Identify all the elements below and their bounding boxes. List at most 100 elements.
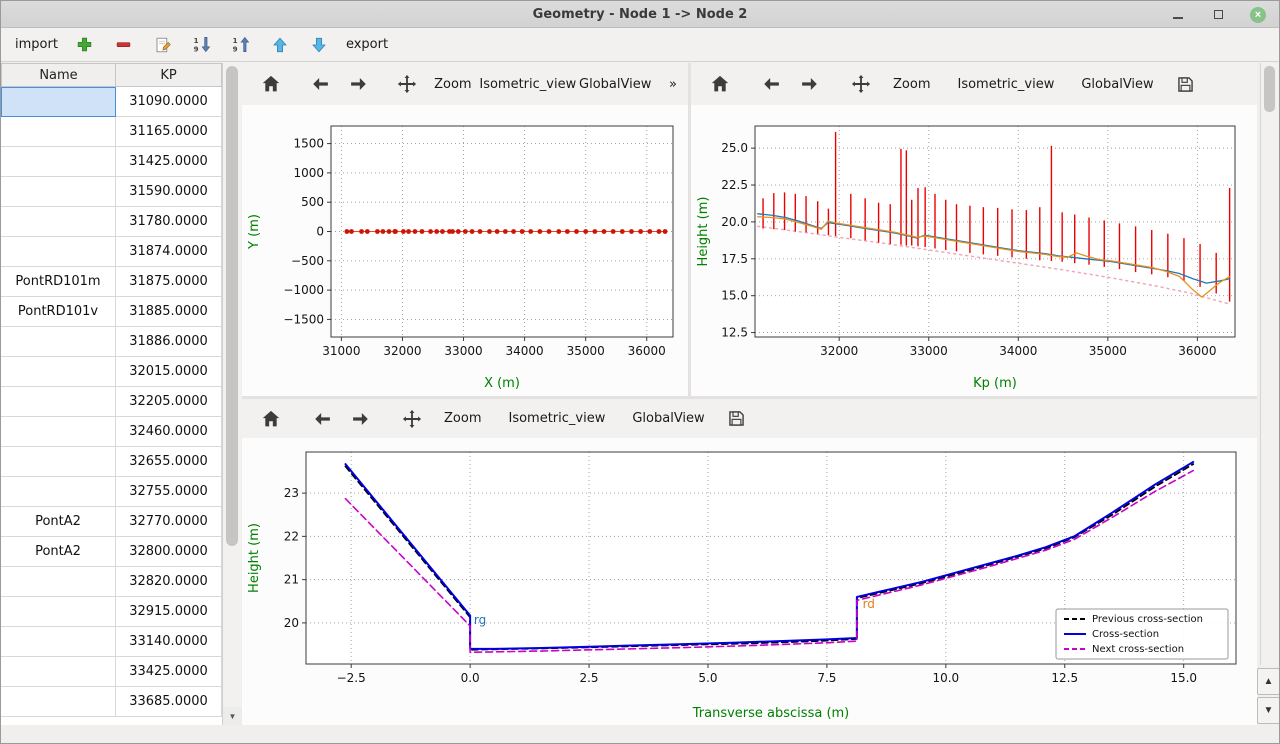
global-view-button[interactable]: GlobalView (579, 69, 651, 99)
table-scrollbar[interactable]: ▼ (222, 63, 241, 725)
cell-kp[interactable]: 31590.0000 (116, 177, 222, 207)
minimize-button[interactable] (1169, 6, 1187, 24)
cell-name[interactable] (1, 597, 116, 627)
cell-name[interactable] (1, 147, 116, 177)
cell-name[interactable] (1, 627, 116, 657)
home-button[interactable] (705, 69, 735, 99)
cell-kp[interactable]: 31886.0000 (116, 327, 222, 357)
vertical-splitter[interactable] (688, 63, 691, 396)
back-button[interactable] (757, 69, 787, 99)
isometric-view-button[interactable]: Isometric_view (498, 404, 615, 434)
save-button[interactable] (1171, 69, 1201, 99)
global-view-button[interactable]: GlobalView (1071, 69, 1163, 99)
table-row[interactable]: 31874.0000 (1, 237, 222, 267)
cell-name[interactable] (1, 117, 116, 147)
spin-up-button[interactable]: ▲ (1257, 668, 1280, 695)
cell-name[interactable] (1, 387, 116, 417)
isometric-view-button[interactable]: Isometric_view (947, 69, 1064, 99)
cell-kp[interactable]: 33685.0000 (116, 687, 222, 717)
move-down-button[interactable] (307, 32, 331, 58)
cell-kp[interactable]: 31425.0000 (116, 147, 222, 177)
cell-name[interactable] (1, 687, 116, 717)
cell-name[interactable] (1, 417, 116, 447)
table-row[interactable]: PontRD101v31885.0000 (1, 297, 222, 327)
global-view-button[interactable]: GlobalView (622, 404, 714, 434)
table-row[interactable]: 32460.0000 (1, 417, 222, 447)
window-scrollbar[interactable] (1260, 63, 1278, 665)
cell-kp[interactable]: 32770.0000 (116, 507, 222, 537)
table-row[interactable]: 32915.0000 (1, 597, 222, 627)
zoom-button[interactable]: Zoom (434, 404, 491, 434)
cell-kp[interactable]: 32460.0000 (116, 417, 222, 447)
pan-button[interactable] (846, 69, 876, 99)
table-row[interactable]: 31886.0000 (1, 327, 222, 357)
cell-kp[interactable]: 32205.0000 (116, 387, 222, 417)
cell-name[interactable] (1, 357, 116, 387)
close-button[interactable]: × (1249, 6, 1267, 24)
pan-button[interactable] (392, 69, 422, 99)
cell-kp[interactable]: 32915.0000 (116, 597, 222, 627)
table-row[interactable]: 31590.0000 (1, 177, 222, 207)
back-button[interactable] (306, 69, 336, 99)
cell-kp[interactable]: 32800.0000 (116, 537, 222, 567)
export-button[interactable]: export (346, 32, 388, 58)
table-row[interactable]: PontA232800.0000 (1, 537, 222, 567)
cell-kp[interactable]: 31780.0000 (116, 207, 222, 237)
table-row[interactable]: 32755.0000 (1, 477, 222, 507)
cell-name[interactable] (1, 327, 116, 357)
column-header-kp[interactable]: KP (116, 63, 222, 87)
home-button[interactable] (256, 69, 286, 99)
spin-down-button[interactable]: ▼ (1257, 697, 1280, 724)
cell-kp[interactable]: 33425.0000 (116, 657, 222, 687)
pan-button[interactable] (397, 404, 427, 434)
cell-kp[interactable]: 33140.0000 (116, 627, 222, 657)
table-row[interactable]: 31090.0000 (1, 87, 222, 117)
cell-name[interactable] (1, 657, 116, 687)
zoom-button[interactable]: Zoom (429, 69, 476, 99)
cross-section-chart[interactable]: rgrd−2.50.02.55.07.510.012.515.020212223… (242, 438, 1257, 725)
home-button[interactable] (256, 404, 286, 434)
table-row[interactable]: 33140.0000 (1, 627, 222, 657)
edit-button[interactable] (151, 32, 175, 58)
back-button[interactable] (308, 404, 338, 434)
table-row[interactable]: 32655.0000 (1, 447, 222, 477)
table-scroll-down-button[interactable]: ▼ (223, 707, 242, 725)
table-row[interactable]: PontA232770.0000 (1, 507, 222, 537)
cell-name[interactable] (1, 87, 116, 117)
cell-name[interactable] (1, 207, 116, 237)
table-scrollbar-thumb[interactable] (226, 66, 238, 546)
cell-kp[interactable]: 31874.0000 (116, 237, 222, 267)
move-up-button[interactable] (268, 32, 292, 58)
cell-name[interactable]: PontA2 (1, 507, 116, 537)
forward-button[interactable] (343, 69, 373, 99)
cell-name[interactable] (1, 477, 116, 507)
cell-name[interactable]: PontA2 (1, 537, 116, 567)
column-header-name[interactable]: Name (1, 63, 116, 87)
cell-kp[interactable]: 31885.0000 (116, 297, 222, 327)
cell-name[interactable] (1, 447, 116, 477)
sort-descending-button[interactable]: 1 9 (190, 32, 214, 58)
table-row[interactable]: PontRD101m31875.0000 (1, 267, 222, 297)
forward-button[interactable] (794, 69, 824, 99)
table-row[interactable]: 32015.0000 (1, 357, 222, 387)
table-row[interactable]: 33425.0000 (1, 657, 222, 687)
cell-kp[interactable]: 31165.0000 (116, 117, 222, 147)
table-row[interactable]: 31425.0000 (1, 147, 222, 177)
longitudinal-profile-chart[interactable]: 320003300034000350003600012.515.017.520.… (691, 105, 1257, 395)
remove-row-button[interactable] (112, 32, 136, 58)
forward-button[interactable] (345, 404, 375, 434)
cell-kp[interactable]: 32820.0000 (116, 567, 222, 597)
plan-view-chart[interactable]: 310003200033000340003500036000−1500−1000… (242, 105, 688, 395)
cell-kp[interactable]: 31090.0000 (116, 87, 222, 117)
cell-kp[interactable]: 32015.0000 (116, 357, 222, 387)
cell-name[interactable] (1, 237, 116, 267)
import-button[interactable]: import (15, 32, 58, 58)
sort-ascending-button[interactable]: 1 9 (229, 32, 253, 58)
table-row[interactable]: 32205.0000 (1, 387, 222, 417)
cell-name[interactable] (1, 567, 116, 597)
cell-kp[interactable]: 32655.0000 (116, 447, 222, 477)
restore-button[interactable] (1209, 6, 1227, 24)
table-row[interactable]: 31165.0000 (1, 117, 222, 147)
add-row-button[interactable] (73, 32, 97, 58)
cell-name[interactable]: PontRD101m (1, 267, 116, 297)
